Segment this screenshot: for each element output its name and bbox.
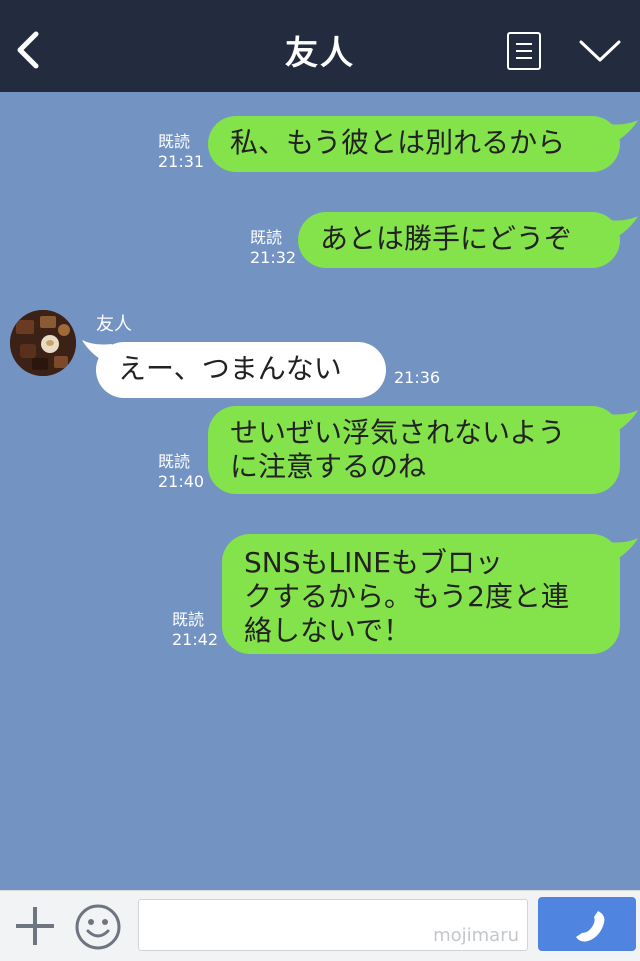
- chevron-down-button[interactable]: [578, 38, 622, 66]
- chat-header: 友人: [0, 0, 640, 92]
- sender-name: 友人: [96, 314, 132, 335]
- add-button[interactable]: [14, 905, 56, 947]
- read-receipt: 既読 21:32: [250, 228, 297, 267]
- chat-title: 友人: [285, 33, 355, 72]
- menu-button[interactable]: [507, 32, 541, 70]
- read-receipt: 既読 21:31: [158, 132, 205, 171]
- message-input[interactable]: mojimaru: [138, 899, 528, 951]
- phone-icon: [576, 911, 605, 942]
- my-message-bubble[interactable]: あとは勝手にどうぞ: [298, 212, 620, 268]
- their-message-bubble[interactable]: えー、つまんない: [96, 342, 386, 398]
- message-time: 21:36: [394, 368, 441, 387]
- emoji-button[interactable]: [74, 903, 122, 951]
- my-message-bubble[interactable]: せいぜい浮気されないよう に注意するのね: [208, 406, 620, 494]
- input-bar: mojimaru: [0, 890, 640, 961]
- emoji-icon: [75, 904, 121, 950]
- avatar[interactable]: [10, 310, 76, 376]
- chat-area[interactable]: 既読 21:31 私、もう彼とは別れるから 既読 21:32 あとは勝手にどうぞ: [0, 92, 640, 890]
- read-receipt: 既読 21:40: [158, 452, 205, 491]
- menu-list-icon: [516, 43, 532, 45]
- my-message-bubble[interactable]: SNSもLINEもブロッ クするから。もう2度と連 絡しないで！: [222, 534, 620, 654]
- chevron-down-icon: [579, 40, 621, 62]
- my-message-bubble[interactable]: 私、もう彼とは別れるから: [208, 116, 620, 172]
- plus-icon: [16, 907, 54, 945]
- chocolate-avatar-icon: [10, 310, 76, 376]
- read-receipt: 既読 21:42: [172, 610, 219, 649]
- call-button[interactable]: [538, 897, 636, 951]
- watermark: mojimaru: [433, 925, 519, 946]
